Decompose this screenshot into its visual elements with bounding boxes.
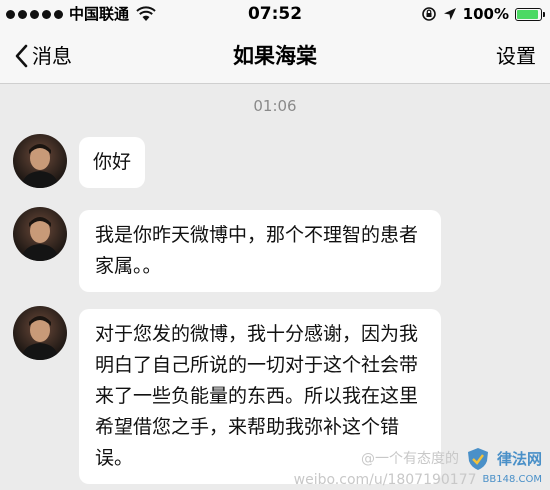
message-row: 你好 — [13, 134, 146, 188]
back-label: 消息 — [32, 44, 72, 68]
watermark-brand-site: BB148.COM — [482, 474, 542, 485]
page-title: 如果海棠 — [233, 44, 317, 68]
watermark-handle: @一个有态度的 — [360, 451, 459, 467]
watermark-url: weibo.com/u/1807190177 — [293, 472, 477, 488]
avatar[interactable] — [13, 207, 67, 261]
message-row: 我是你昨天微博中，那个不理智的患者家属。。 — [13, 207, 441, 292]
battery-icon — [515, 7, 545, 21]
shield-logo-icon — [467, 448, 488, 470]
watermark-bottom-row: weibo.com/u/1807190177 BB148.COM — [294, 472, 542, 488]
message-bubble: 我是你昨天微博中，那个不理智的患者家属。。 — [79, 210, 441, 292]
person-avatar-icon — [21, 316, 59, 360]
watermark: @一个有态度的 律法网 weibo.com/u/1807190177 BB148… — [294, 446, 542, 488]
person-avatar-icon — [21, 217, 59, 261]
settings-button[interactable]: 设置 — [496, 41, 536, 71]
watermark-top-row: @一个有态度的 律法网 — [294, 446, 542, 472]
back-button[interactable]: 消息 — [14, 41, 72, 71]
person-avatar-icon — [21, 144, 59, 188]
battery-percent: 100% — [462, 5, 509, 23]
message-bubble: 你好 — [79, 137, 146, 188]
avatar[interactable] — [13, 306, 67, 360]
status-bar-right: 100% — [421, 5, 545, 23]
watermark-brand: 律法网 — [496, 450, 542, 468]
chat-timestamp: 01:06 — [253, 97, 297, 115]
rotation-lock-icon — [421, 7, 436, 21]
chevron-left-icon — [15, 44, 28, 68]
status-bar: 中国联通 07:52 100% — [0, 0, 550, 30]
nav-bar: 消息 如果海棠 设置 — [0, 30, 550, 84]
location-arrow-icon — [443, 8, 456, 20]
avatar[interactable] — [13, 134, 67, 188]
